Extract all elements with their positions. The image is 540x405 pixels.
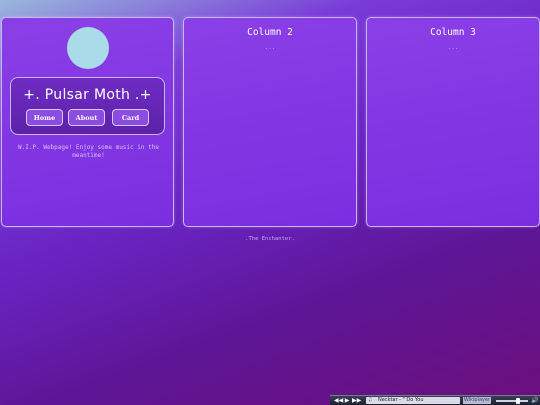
column-3-title: Column 3 — [430, 27, 476, 38]
wip-note: W.I.P. Webpage! Enjoy some music in the … — [18, 144, 159, 159]
site-title: +. Pulsar Moth .+ — [23, 87, 152, 103]
card-button[interactable]: Card — [112, 109, 149, 126]
volume-slider[interactable] — [496, 398, 528, 404]
volume-knob[interactable] — [515, 398, 520, 404]
home-button[interactable]: Home — [26, 109, 63, 126]
music-note-icon: ♫ — [368, 397, 373, 403]
footer-credit: .The Enchanter. — [245, 236, 295, 242]
speaker-icon[interactable]: 🔊 — [531, 397, 539, 405]
player-app-name[interactable]: Wikiplayer — [463, 397, 491, 404]
skip-forward-icon[interactable]: ▶▶ — [352, 397, 361, 405]
column-2-placeholder: ... — [264, 44, 276, 51]
track-display: ♫ Necktar - " Do You — [366, 397, 460, 404]
skip-back-icon[interactable]: ◀◀ — [334, 397, 343, 405]
music-player: ◀◀ ▶ ▶▶ ♫ Necktar - " Do You Wikiplayer … — [330, 395, 540, 405]
track-title: Necktar - " Do You — [378, 397, 424, 403]
column-2-title: Column 2 — [247, 27, 293, 38]
title-card: +. Pulsar Moth .+ Home About Card — [10, 77, 165, 135]
about-button[interactable]: About — [68, 109, 105, 126]
column-3-placeholder: ... — [447, 44, 459, 51]
column-3: Column 3 ... — [366, 17, 540, 227]
column-2: Column 2 ... — [183, 17, 357, 227]
avatar — [67, 27, 109, 69]
profile-column: +. Pulsar Moth .+ Home About Card W.I.P.… — [1, 17, 174, 227]
play-icon[interactable]: ▶ — [343, 397, 351, 405]
